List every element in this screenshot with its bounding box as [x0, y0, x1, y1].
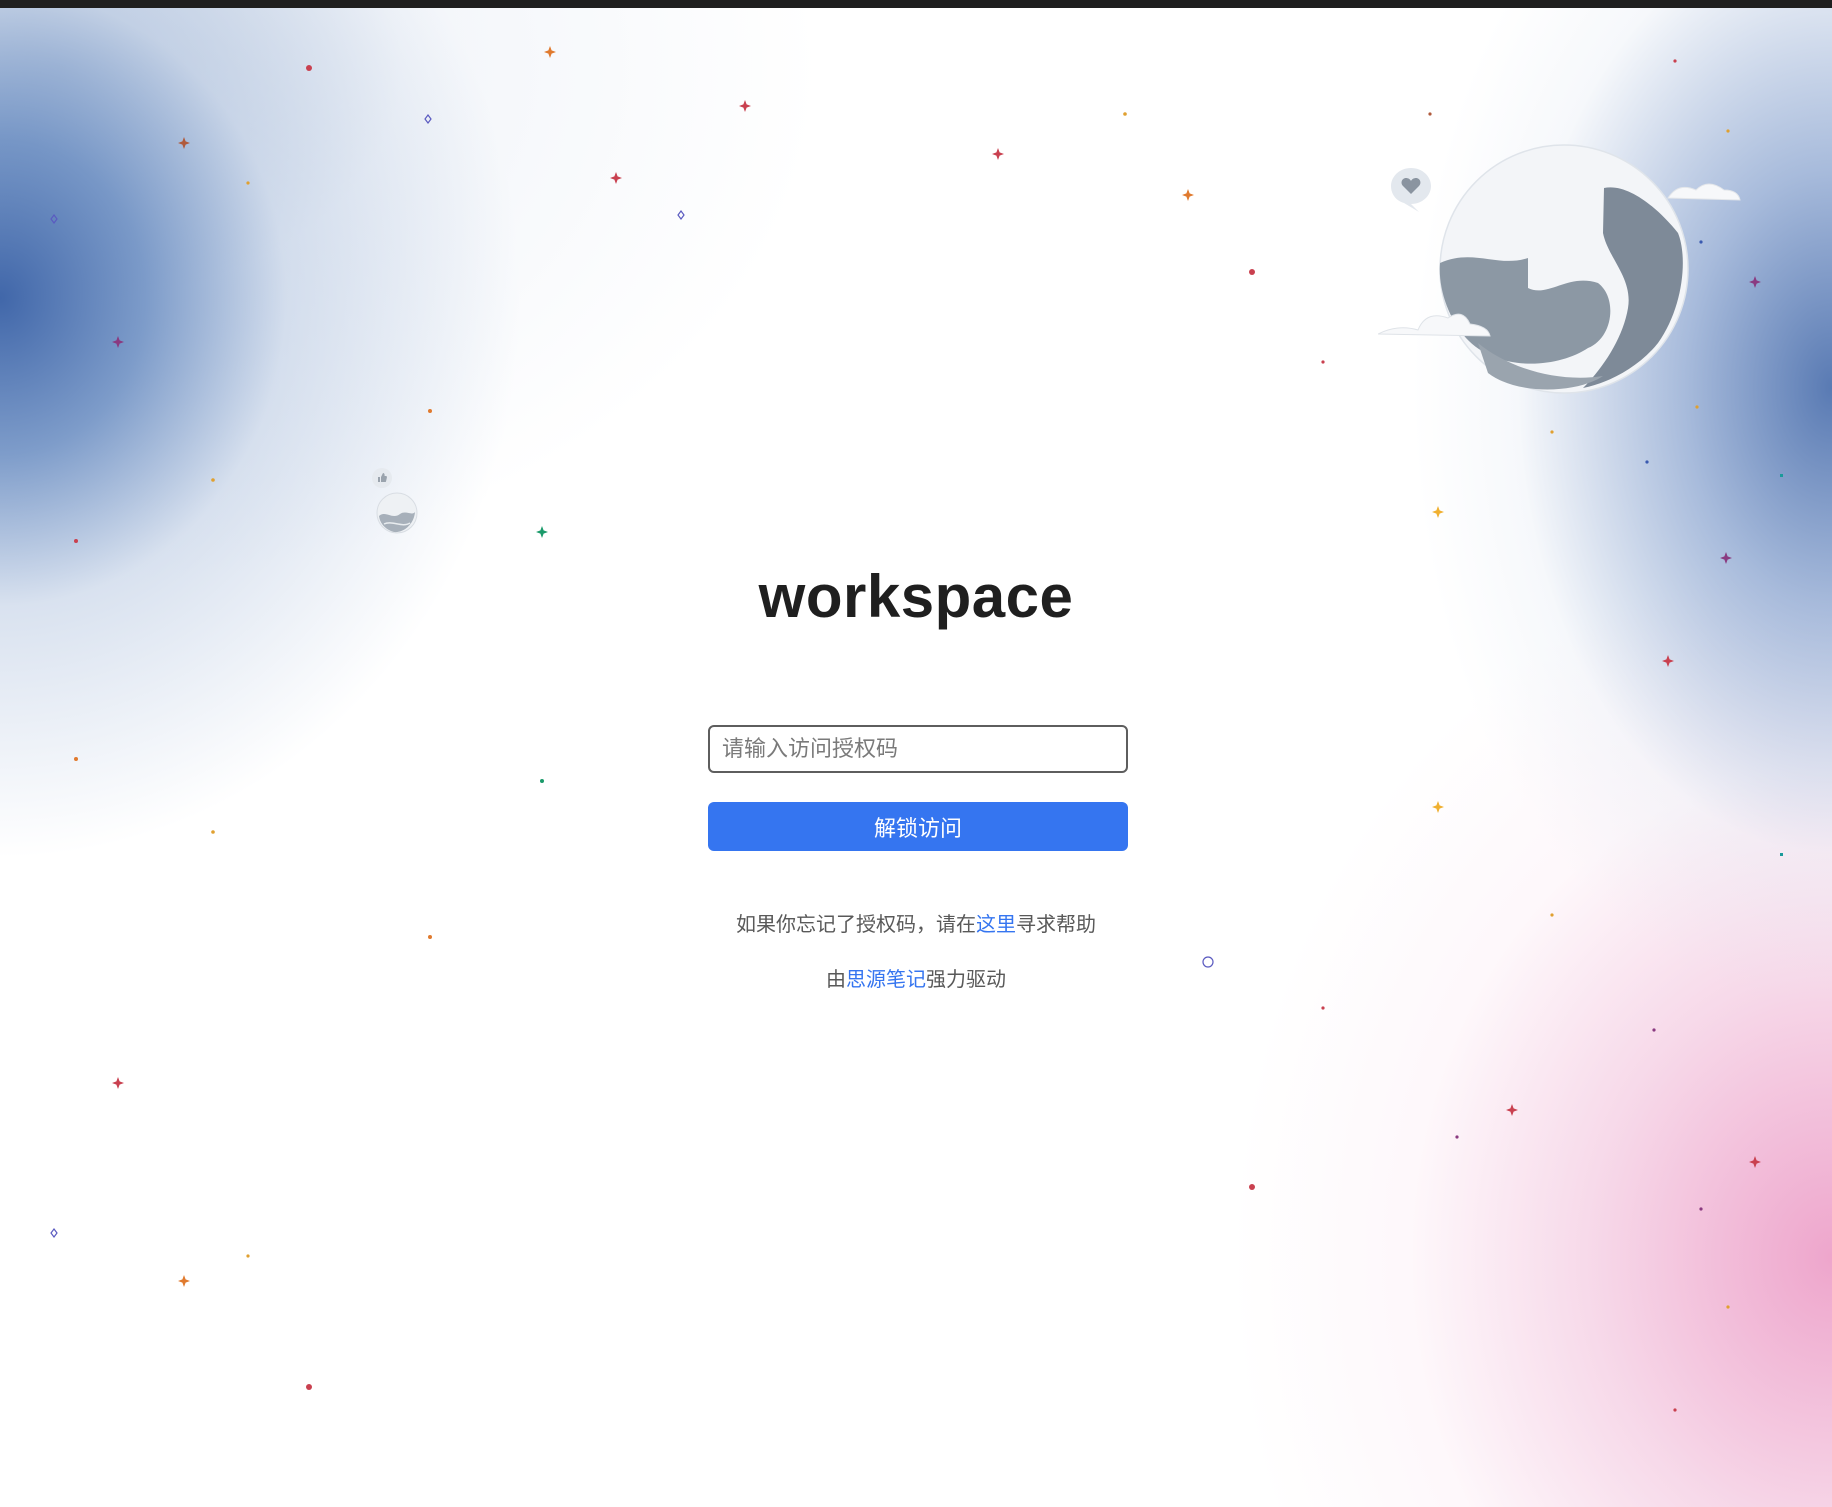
- forgot-hint: 如果你忘记了授权码，请在这里寻求帮助: [616, 908, 1216, 937]
- unlock-button[interactable]: 解锁访问: [708, 802, 1128, 851]
- forgot-hint-suffix: 寻求帮助: [1016, 912, 1096, 936]
- siyuan-link[interactable]: 思源笔记: [846, 967, 926, 991]
- help-link[interactable]: 这里: [976, 912, 1016, 936]
- forgot-hint-prefix: 如果你忘记了授权码，请在: [736, 912, 976, 936]
- auth-code-input[interactable]: [708, 725, 1128, 773]
- auth-panel: workspace 解锁访问 如果你忘记了授权码，请在这里寻求帮助 由思源笔记强…: [0, 0, 1832, 1507]
- powered-by-prefix: 由: [826, 967, 846, 991]
- powered-by: 由思源笔记强力驱动: [616, 963, 1216, 992]
- powered-by-suffix: 强力驱动: [926, 967, 1006, 991]
- page-title: workspace: [758, 563, 1074, 630]
